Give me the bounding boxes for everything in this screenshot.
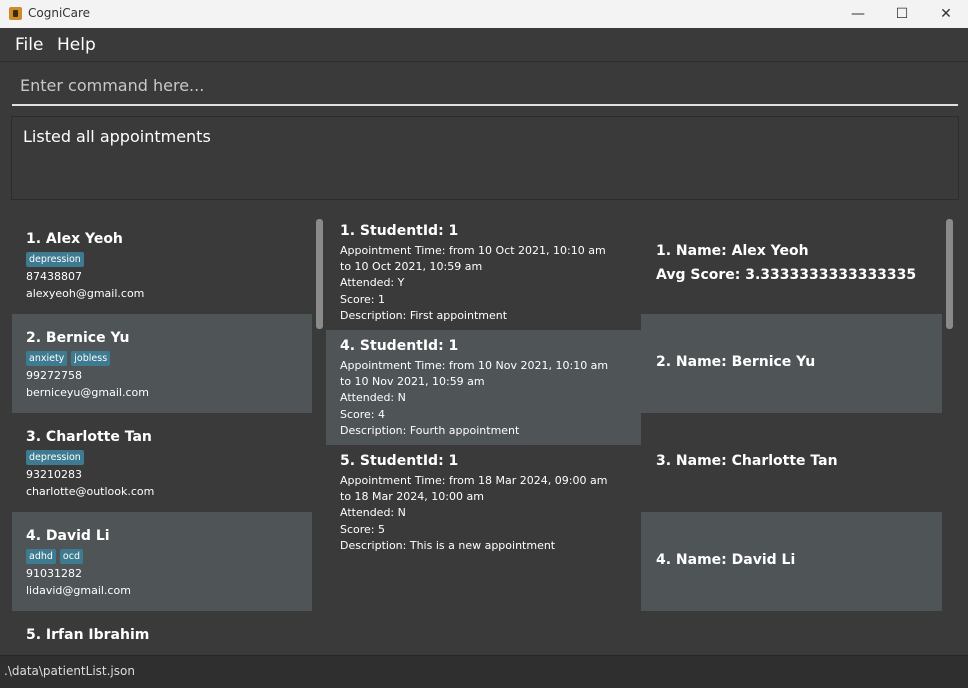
patient-card[interactable]: 4. David Li adhd ocd 91031282 lidavid@gm… bbox=[12, 512, 312, 611]
data-file-path: .\data\patientList.json bbox=[4, 664, 135, 678]
patient-email: lidavid@gmail.com bbox=[26, 584, 131, 597]
command-input[interactable] bbox=[12, 68, 958, 102]
appointment-header: 1. StudentId: 1 bbox=[340, 223, 459, 239]
patient-email: berniceyu@gmail.com bbox=[26, 386, 149, 399]
patient-tags: anxiety jobless bbox=[26, 351, 111, 366]
maximize-button[interactable]: ☐ bbox=[880, 0, 924, 28]
patient-phone: 91031282 bbox=[26, 567, 82, 580]
appointment-time-to: to 18 Mar 2024, 10:00 am bbox=[340, 490, 484, 503]
appointment-card[interactable]: 5. StudentId: 1 Appointment Time: from 1… bbox=[326, 445, 641, 560]
score-card[interactable]: 2. Name: Bernice Yu bbox=[641, 314, 942, 413]
appointment-header: 5. StudentId: 1 bbox=[340, 453, 459, 469]
patient-list-scrollbar[interactable] bbox=[316, 219, 323, 329]
app-icon bbox=[9, 7, 22, 20]
patient-phone: 99272758 bbox=[26, 369, 82, 382]
appointment-time-to: to 10 Nov 2021, 10:59 am bbox=[340, 375, 485, 388]
status-bar: .\data\patientList.json bbox=[0, 655, 968, 688]
appointment-card[interactable]: 4. StudentId: 1 Appointment Time: from 1… bbox=[326, 330, 641, 445]
result-text: Listed all appointments bbox=[23, 127, 211, 146]
tag: depression bbox=[26, 252, 84, 267]
patient-phone: 93210283 bbox=[26, 468, 82, 481]
tag: jobless bbox=[71, 351, 111, 366]
appointment-score: Score: 5 bbox=[340, 523, 386, 536]
score-card[interactable]: 1. Name: Alex Yeoh Avg Score: 3.33333333… bbox=[641, 215, 942, 314]
score-name: 1. Name: Alex Yeoh bbox=[656, 243, 809, 259]
menu-file[interactable]: File bbox=[15, 35, 43, 55]
tag: adhd bbox=[26, 549, 56, 564]
appointment-card[interactable]: 1. StudentId: 1 Appointment Time: from 1… bbox=[326, 215, 641, 330]
score-card[interactable]: 4. Name: David Li bbox=[641, 512, 942, 611]
tag: anxiety bbox=[26, 351, 68, 366]
appointment-attended: Attended: N bbox=[340, 391, 406, 404]
appointment-time: Appointment Time: from 10 Nov 2021, 10:1… bbox=[340, 359, 609, 372]
patient-name: 4. David Li bbox=[26, 528, 110, 544]
patient-card[interactable]: 5. Irfan Ibrahim bbox=[12, 611, 312, 648]
patient-name: 2. Bernice Yu bbox=[26, 330, 130, 346]
command-box bbox=[12, 68, 958, 106]
appointment-time: Appointment Time: from 10 Oct 2021, 10:1… bbox=[340, 244, 606, 257]
tag: ocd bbox=[59, 549, 83, 564]
minimize-button[interactable]: — bbox=[836, 0, 880, 28]
patient-name: 1. Alex Yeoh bbox=[26, 231, 123, 247]
window-title: CogniCare bbox=[28, 6, 91, 20]
score-name: 3. Name: Charlotte Tan bbox=[656, 453, 838, 469]
appointment-time: Appointment Time: from 18 Mar 2024, 09:0… bbox=[340, 474, 608, 487]
patient-phone: 87438807 bbox=[26, 270, 82, 283]
avg-score: Avg Score: 3.3333333333333335 bbox=[656, 267, 917, 283]
score-list-scrollbar[interactable] bbox=[946, 219, 953, 329]
menu-help[interactable]: Help bbox=[57, 35, 96, 55]
result-display: Listed all appointments bbox=[11, 116, 959, 200]
patient-tags: depression bbox=[26, 450, 84, 465]
patient-tags: depression bbox=[26, 252, 84, 267]
score-name: 2. Name: Bernice Yu bbox=[656, 354, 816, 370]
patient-email: alexyeoh@gmail.com bbox=[26, 287, 145, 300]
patient-list[interactable]: 1. Alex Yeoh depression 87438807 alexyeo… bbox=[12, 215, 312, 648]
appointment-description: Description: First appointment bbox=[340, 309, 508, 322]
tag: depression bbox=[26, 450, 84, 465]
score-card[interactable]: 3. Name: Charlotte Tan bbox=[641, 413, 942, 512]
patient-tags: adhd ocd bbox=[26, 549, 83, 564]
appointment-list[interactable]: 1. StudentId: 1 Appointment Time: from 1… bbox=[326, 215, 641, 648]
menu-bar: File Help bbox=[0, 28, 968, 62]
close-button[interactable]: ✕ bbox=[924, 0, 968, 28]
appointment-description: Description: This is a new appointment bbox=[340, 539, 556, 552]
appointment-score: Score: 4 bbox=[340, 408, 386, 421]
patient-name: 3. Charlotte Tan bbox=[26, 429, 152, 445]
appointment-description: Description: Fourth appointment bbox=[340, 424, 520, 437]
patient-name: 5. Irfan Ibrahim bbox=[26, 627, 150, 643]
score-name: 4. Name: David Li bbox=[656, 552, 796, 568]
patient-card[interactable]: 3. Charlotte Tan depression 93210283 cha… bbox=[12, 413, 312, 512]
patient-card[interactable]: 2. Bernice Yu anxiety jobless 99272758 b… bbox=[12, 314, 312, 413]
appointment-time-to: to 10 Oct 2021, 10:59 am bbox=[340, 260, 483, 273]
appointment-attended: Attended: Y bbox=[340, 276, 405, 289]
appointment-header: 4. StudentId: 1 bbox=[340, 338, 459, 354]
appointment-score: Score: 1 bbox=[340, 293, 386, 306]
score-list[interactable]: 1. Name: Alex Yeoh Avg Score: 3.33333333… bbox=[641, 215, 942, 648]
patient-email: charlotte@outlook.com bbox=[26, 485, 155, 498]
title-bar: CogniCare — ☐ ✕ bbox=[0, 0, 968, 28]
appointment-attended: Attended: N bbox=[340, 506, 406, 519]
main-panels: 1. Alex Yeoh depression 87438807 alexyeo… bbox=[0, 206, 968, 648]
patient-card[interactable]: 1. Alex Yeoh depression 87438807 alexyeo… bbox=[12, 215, 312, 314]
